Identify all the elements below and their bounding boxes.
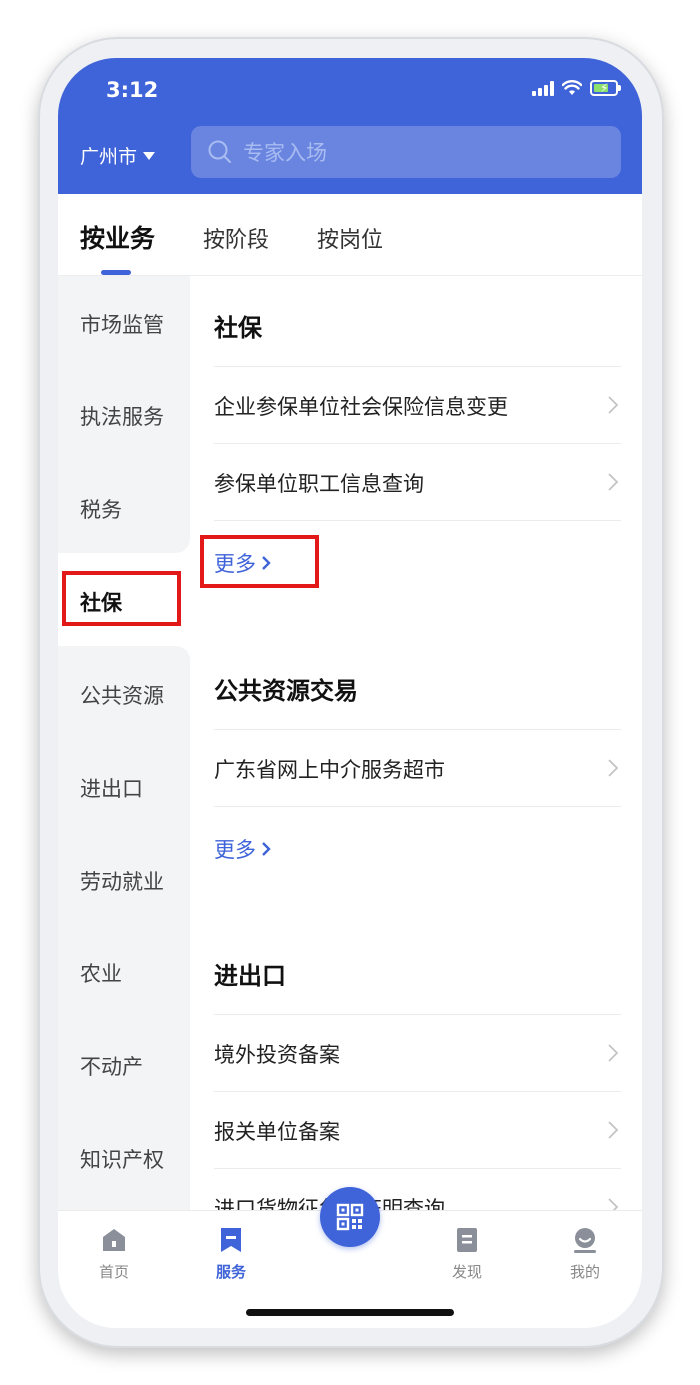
sidebar-item-intellectual-property[interactable]: 知识产权	[80, 1144, 164, 1174]
tab-by-position[interactable]: 按岗位	[317, 222, 383, 254]
list-item[interactable]: 广东省网上中介服务超市	[214, 729, 621, 806]
list-item-label: 参保单位职工信息查询	[214, 472, 424, 496]
sidebar-item-tax[interactable]: 税务	[80, 494, 122, 524]
tab-home-label: 首页	[98, 1263, 129, 1281]
chevron-right-icon	[608, 1121, 619, 1139]
list-item-label: 企业参保单位社会保险信息变更	[214, 395, 508, 419]
home-indicator[interactable]	[246, 1309, 454, 1316]
divider	[214, 520, 621, 521]
app-header: 3:12 ⚡ 广州市 专家入场	[58, 58, 642, 194]
sidebar: 市场监管 执法服务 税务 社保 公共资源 进出口 劳动就业 农业 不动产 知识产…	[58, 276, 190, 1210]
section-title: 社保	[214, 314, 262, 342]
sidebar-item-employment[interactable]: 劳动就业	[80, 866, 164, 896]
sidebar-item-import-export[interactable]: 进出口	[80, 773, 143, 803]
service-list: 社保 企业参保单位社会保险信息变更 参保单位职工信息查询 更多 公共资源交易 广…	[190, 276, 642, 1210]
app-screen: 3:12 ⚡ 广州市 专家入场 按业务 按阶段 按岗位 市场监管 执法服务 税务…	[58, 58, 642, 1328]
list-item[interactable]: 境外投资备案	[214, 1014, 621, 1091]
list-item-label: 境外投资备案	[214, 1043, 340, 1067]
chevron-right-icon	[608, 1198, 619, 1210]
tab-home[interactable]: 首页	[84, 1225, 144, 1282]
sidebar-item-agriculture[interactable]: 农业	[80, 958, 122, 988]
list-item-label: 报关单位备案	[214, 1120, 340, 1144]
tab-profile[interactable]: 我的	[555, 1225, 615, 1282]
profile-icon	[574, 1228, 596, 1253]
chevron-right-icon	[608, 1044, 619, 1062]
battery-icon: ⚡	[590, 80, 621, 96]
city-label: 广州市	[80, 146, 138, 168]
tab-by-business[interactable]: 按业务	[80, 219, 155, 255]
category-tabs: 按业务 按阶段 按岗位	[58, 194, 642, 276]
chevron-right-icon	[262, 842, 271, 856]
chevron-right-icon	[608, 759, 619, 777]
tab-services-label: 服务	[215, 1263, 246, 1281]
tab-discover-label: 发现	[451, 1263, 482, 1281]
list-item[interactable]: 进口货物征免税证明查询	[214, 1168, 621, 1210]
search-input[interactable]: 专家入场	[191, 126, 621, 178]
chevron-right-icon	[608, 473, 619, 491]
divider	[214, 806, 621, 807]
cellular-signal-icon	[532, 80, 554, 96]
highlight-box-sidebar-social-security	[62, 571, 181, 626]
active-tab-indicator	[101, 270, 131, 275]
sidebar-item-public-resources[interactable]: 公共资源	[80, 680, 164, 710]
qr-code-icon	[336, 1203, 364, 1231]
document-icon	[457, 1228, 477, 1252]
status-icons: ⚡	[532, 80, 621, 96]
sidebar-item-market-supervision[interactable]: 市场监管	[80, 309, 164, 339]
city-selector[interactable]: 广州市	[80, 142, 156, 169]
section-title: 进出口	[214, 962, 286, 990]
list-item[interactable]: 参保单位职工信息查询	[214, 443, 621, 520]
tab-by-stage[interactable]: 按阶段	[203, 222, 269, 254]
more-link-label: 更多	[214, 838, 256, 862]
wifi-icon	[562, 80, 582, 95]
list-item[interactable]: 企业参保单位社会保险信息变更	[214, 366, 621, 443]
list-item-label: 广东省网上中介服务超市	[214, 758, 445, 782]
tab-discover[interactable]: 发现	[437, 1225, 497, 1282]
tab-profile-label: 我的	[569, 1263, 600, 1281]
tab-services[interactable]: 服务	[201, 1225, 261, 1282]
bottom-tab-bar: 首页 服务 发现 我的	[58, 1187, 642, 1328]
list-item[interactable]: 报关单位备案	[214, 1091, 621, 1168]
bookmark-icon	[221, 1228, 241, 1252]
search-placeholder: 专家入场	[243, 141, 327, 165]
sidebar-item-real-estate[interactable]: 不动产	[80, 1051, 143, 1081]
search-icon	[208, 140, 231, 163]
highlight-box-more-link	[200, 535, 319, 588]
chevron-right-icon	[608, 396, 619, 414]
home-icon	[103, 1229, 125, 1251]
section-title: 公共资源交易	[214, 677, 358, 705]
sidebar-item-law-enforcement[interactable]: 执法服务	[80, 401, 164, 431]
scan-qr-button[interactable]	[320, 1187, 380, 1247]
status-time: 3:12	[106, 78, 159, 102]
caret-down-icon	[143, 151, 156, 160]
more-link[interactable]: 更多	[214, 834, 272, 864]
